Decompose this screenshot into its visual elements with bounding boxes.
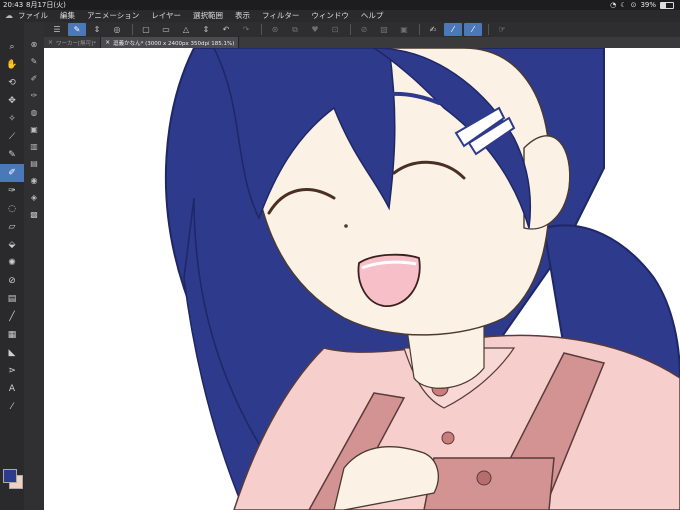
- drawing-canvas[interactable]: [44, 48, 680, 510]
- battery-label: 39%: [640, 1, 656, 9]
- vector-pen-icon[interactable]: ✍: [424, 23, 442, 36]
- fill-icon[interactable]: ♥: [306, 23, 324, 36]
- menu-selection[interactable]: 選択範囲: [193, 10, 223, 22]
- save-icon[interactable]: △: [177, 23, 195, 36]
- ruler-icon[interactable]: ⊘: [0, 272, 24, 290]
- brush-icon[interactable]: ✐: [0, 164, 24, 182]
- hand-icon[interactable]: ✋: [0, 56, 24, 74]
- status-right: ◔ ☾ ⊙ 39%: [610, 0, 674, 10]
- command-bar: ☰ ✎ ⇕ ◎ ▢ ▭ △ ⇕ ↶ ↷ ⊛ ⧉ ♥ ⊡ ⊘ ▧ ▣ ✍ ⁄ ⁄ …: [44, 22, 680, 38]
- eyedropper-icon[interactable]: ⟋: [0, 128, 24, 146]
- tool-panel: ⌕ ✋ ⟲ ✥ ✧ ⟋ ✎ ✐ ✑ ◌ ▱ ⬙ ✺ ⊘ ▤ ╱ ▦ ◣ ⋗ A …: [0, 22, 25, 510]
- magic-wand-icon[interactable]: ✧: [0, 110, 24, 128]
- invert-icon[interactable]: ▧: [375, 23, 393, 36]
- menu-bar: ☁ ファイル 編集 アニメーション レイヤー 選択範囲 表示 フィルター ウィン…: [0, 10, 680, 22]
- tab-worker[interactable]: × ワーカー[無可]*: [44, 37, 102, 48]
- main-color-icon[interactable]: [3, 469, 17, 483]
- tab-active-document[interactable]: × 逗義かなん* (3000 x 2400px 350dpi 185.1%): [101, 37, 240, 48]
- text-icon[interactable]: A: [0, 380, 24, 398]
- menu-help[interactable]: ヘルプ: [361, 10, 384, 22]
- subtool-decor-icon[interactable]: ▥: [24, 138, 44, 155]
- menu-edit[interactable]: 編集: [60, 10, 75, 22]
- menu-filter[interactable]: フィルター: [262, 10, 299, 22]
- deselect-icon[interactable]: ⊘: [355, 23, 373, 36]
- clear-icon[interactable]: ⊛: [266, 23, 284, 36]
- fill-bucket-icon[interactable]: ⬙: [0, 236, 24, 254]
- close-icon[interactable]: ×: [48, 39, 53, 46]
- ruler-tool-icon[interactable]: ⋗: [0, 362, 24, 380]
- pen-icon[interactable]: ✎: [0, 146, 24, 164]
- subtool-material-icon[interactable]: ◈: [24, 189, 44, 206]
- color-swatch[interactable]: [3, 469, 23, 491]
- line-correct-icon[interactable]: ⁄: [0, 398, 24, 416]
- chevron-updown-icon-2[interactable]: ⇕: [197, 23, 215, 36]
- pressure-pen-icon[interactable]: ⁄: [464, 23, 482, 36]
- move-layer-icon[interactable]: ✥: [0, 92, 24, 110]
- lasso-icon[interactable]: ◌: [0, 200, 24, 218]
- menu-window[interactable]: ウィンドウ: [311, 10, 349, 22]
- crop-icon[interactable]: ▣: [395, 23, 413, 36]
- illustration: [164, 48, 680, 510]
- pen-pressure-icon[interactable]: ✎: [68, 23, 86, 36]
- smooth-pen-icon[interactable]: ⁄: [444, 23, 462, 36]
- layer-icon[interactable]: ◎: [108, 23, 126, 36]
- open-folder-icon[interactable]: ▭: [157, 23, 175, 36]
- battery-icon: [660, 1, 674, 9]
- subtool-panel: ⊗ ✎ ✐ ✑ ◍ ▣ ▥ ▤ ◉ ◈ ▩: [24, 22, 45, 510]
- subtool-marker-icon[interactable]: ✐: [24, 70, 44, 87]
- status-date: 8月17日(火): [26, 1, 66, 9]
- undo-icon[interactable]: ↶: [217, 23, 235, 36]
- subtool-layer-icon[interactable]: ◉: [24, 172, 44, 189]
- orientation-lock-icon: ⊙: [630, 1, 637, 9]
- close-icon[interactable]: ×: [105, 39, 110, 46]
- balloon-icon[interactable]: ◣: [0, 344, 24, 362]
- frame-icon[interactable]: ▦: [0, 326, 24, 344]
- menu-file[interactable]: ファイル: [18, 10, 48, 22]
- document-tabs: × ワーカー[無可]* × 逗義かなん* (3000 x 2400px 350d…: [44, 37, 680, 48]
- new-file-icon[interactable]: ▢: [137, 23, 155, 36]
- zoom-icon[interactable]: ⌕: [0, 38, 24, 56]
- navigator-icon[interactable]: ⊗: [24, 36, 44, 53]
- status-bar: 20:43 8月17日(火) ◔ ☾ ⊙ 39%: [0, 0, 680, 10]
- airbrush-icon[interactable]: ✑: [0, 182, 24, 200]
- dnd-moon-icon: ☾: [620, 1, 627, 9]
- rotate-icon[interactable]: ⟲: [0, 74, 24, 92]
- subtool-texture-icon[interactable]: ▣: [24, 121, 44, 138]
- menu-icon[interactable]: ☰: [48, 23, 66, 36]
- chevron-updown-icon[interactable]: ⇕: [88, 23, 106, 36]
- subtool-ink-icon[interactable]: ✑: [24, 87, 44, 104]
- blend-icon[interactable]: ✺: [0, 254, 24, 272]
- status-time: 20:43: [3, 1, 24, 9]
- app-logo-icon[interactable]: ☁: [0, 10, 18, 22]
- tab-label: ワーカー[無可]*: [56, 40, 97, 47]
- subtool-file-icon[interactable]: ▩: [24, 206, 44, 223]
- move-icon[interactable]: ⊡: [326, 23, 344, 36]
- transform-icon[interactable]: ⧉: [286, 23, 304, 36]
- menu-view[interactable]: 表示: [235, 10, 250, 22]
- menu-animation[interactable]: アニメーション: [87, 10, 139, 22]
- tab-label: 逗義かなん* (3000 x 2400px 350dpi 185.1%): [113, 40, 235, 47]
- line-icon[interactable]: ╱: [0, 308, 24, 326]
- wifi-icon: ◔: [610, 1, 617, 9]
- figure-icon[interactable]: ▤: [0, 290, 24, 308]
- subtool-pen-icon[interactable]: ✎: [24, 53, 44, 70]
- subtool-list-icon[interactable]: ▤: [24, 155, 44, 172]
- eraser-icon[interactable]: ▱: [0, 218, 24, 236]
- gesture-icon[interactable]: ☞: [493, 23, 511, 36]
- subtool-brush-icon[interactable]: ◍: [24, 104, 44, 121]
- menu-layer[interactable]: レイヤー: [151, 10, 181, 22]
- redo-icon[interactable]: ↷: [237, 23, 255, 36]
